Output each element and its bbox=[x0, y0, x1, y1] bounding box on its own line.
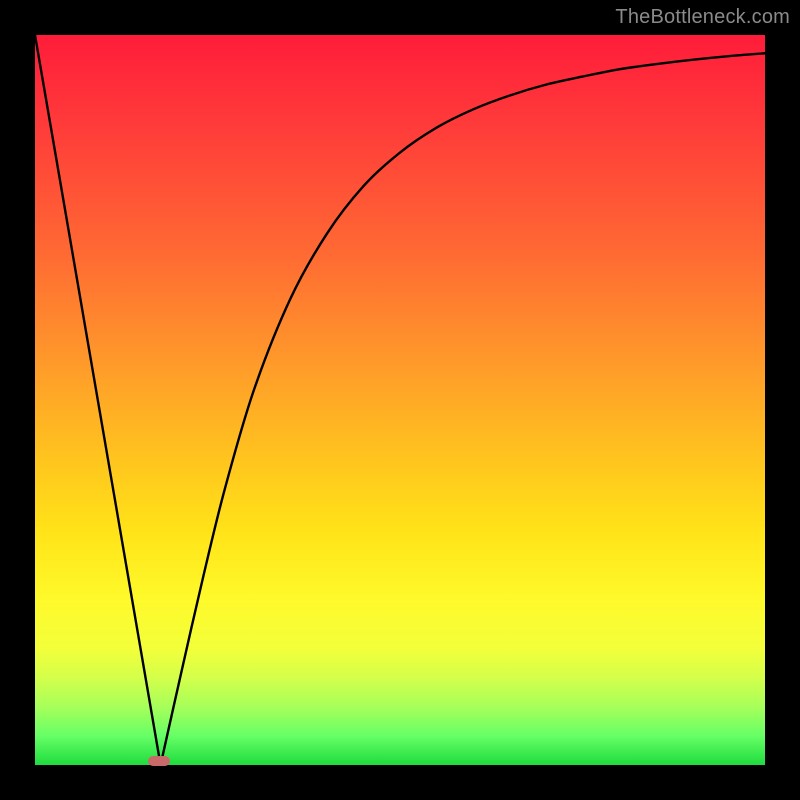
chart-frame: TheBottleneck.com bbox=[0, 0, 800, 800]
plot-area bbox=[35, 35, 765, 765]
optimum-marker bbox=[148, 756, 170, 766]
watermark-text: TheBottleneck.com bbox=[615, 6, 790, 29]
